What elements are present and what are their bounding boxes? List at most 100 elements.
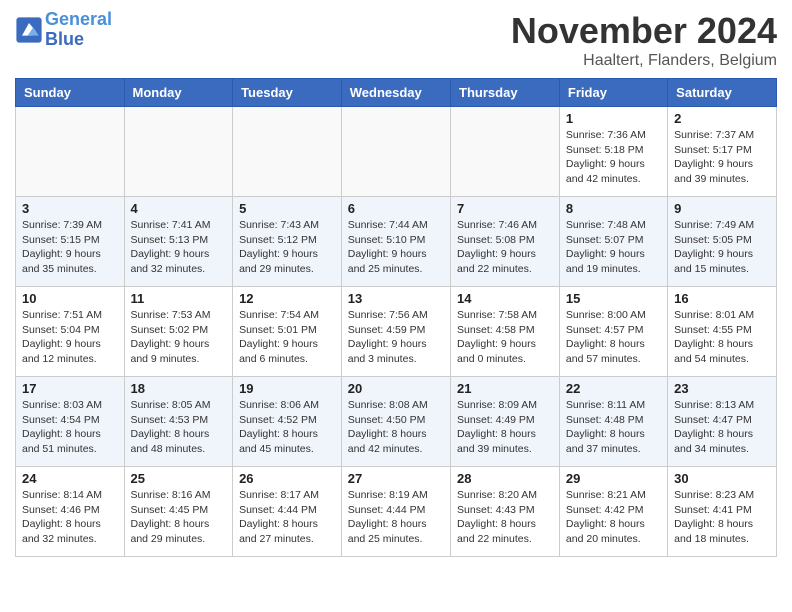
calendar-cell: 1 Sunrise: 7:36 AM Sunset: 5:18 PM Daylig… (559, 107, 667, 197)
day-number: 3 (22, 201, 118, 216)
day-number: 9 (674, 201, 770, 216)
day-info: Sunrise: 7:46 AM Sunset: 5:08 PM Dayligh… (457, 218, 553, 277)
calendar-cell: 28 Sunrise: 8:20 AM Sunset: 4:43 PM Dayli… (451, 467, 560, 557)
day-number: 27 (348, 471, 444, 486)
day-number: 12 (239, 291, 335, 306)
day-info: Sunrise: 8:14 AM Sunset: 4:46 PM Dayligh… (22, 488, 118, 547)
calendar-cell: 9 Sunrise: 7:49 AM Sunset: 5:05 PM Daylig… (668, 197, 777, 287)
calendar-body: 1 Sunrise: 7:36 AM Sunset: 5:18 PM Daylig… (16, 107, 777, 557)
day-number: 18 (131, 381, 227, 396)
day-number: 19 (239, 381, 335, 396)
calendar-cell: 8Sunrise: 7:48 AM Sunset: 5:07 PM Daylig… (559, 197, 667, 287)
day-info: Sunrise: 7:41 AM Sunset: 5:13 PM Dayligh… (131, 218, 227, 277)
day-number: 30 (674, 471, 770, 486)
day-number: 26 (239, 471, 335, 486)
day-info: Sunrise: 7:43 AM Sunset: 5:12 PM Dayligh… (239, 218, 335, 277)
calendar-cell: 22 Sunrise: 8:11 AM Sunset: 4:48 PM Dayli… (559, 377, 667, 467)
calendar-cell: 12 Sunrise: 7:54 AM Sunset: 5:01 PM Dayli… (233, 287, 342, 377)
day-info: Sunrise: 7:51 AM Sunset: 5:04 PM Dayligh… (22, 308, 118, 367)
day-number: 22 (566, 381, 661, 396)
calendar-week-4: 17Sunrise: 8:03 AM Sunset: 4:54 PM Dayli… (16, 377, 777, 467)
calendar-cell: 13 Sunrise: 7:56 AM Sunset: 4:59 PM Dayli… (341, 287, 450, 377)
page-container: General Blue November 2024 Haaltert, Fla… (0, 0, 792, 567)
calendar-cell: 6 Sunrise: 7:44 AM Sunset: 5:10 PM Daylig… (341, 197, 450, 287)
location: Haaltert, Flanders, Belgium (511, 52, 777, 70)
calendar-cell: 18 Sunrise: 8:05 AM Sunset: 4:53 PM Dayli… (124, 377, 233, 467)
col-tuesday: Tuesday (233, 79, 342, 107)
day-info: Sunrise: 8:20 AM Sunset: 4:43 PM Dayligh… (457, 488, 553, 547)
calendar-cell: 27 Sunrise: 8:19 AM Sunset: 4:44 PM Dayli… (341, 467, 450, 557)
calendar-cell: 29 Sunrise: 8:21 AM Sunset: 4:42 PM Dayli… (559, 467, 667, 557)
logo-blue: Blue (45, 29, 84, 49)
calendar-cell: 23 Sunrise: 8:13 AM Sunset: 4:47 PM Dayli… (668, 377, 777, 467)
day-info: Sunrise: 7:36 AM Sunset: 5:18 PM Dayligh… (566, 128, 661, 187)
calendar-cell: 21 Sunrise: 8:09 AM Sunset: 4:49 PM Dayli… (451, 377, 560, 467)
col-thursday: Thursday (451, 79, 560, 107)
day-info: Sunrise: 7:44 AM Sunset: 5:10 PM Dayligh… (348, 218, 444, 277)
calendar-cell: 15Sunrise: 8:00 AM Sunset: 4:57 PM Dayli… (559, 287, 667, 377)
day-number: 21 (457, 381, 553, 396)
day-info: Sunrise: 7:54 AM Sunset: 5:01 PM Dayligh… (239, 308, 335, 367)
calendar-cell: 16 Sunrise: 8:01 AM Sunset: 4:55 PM Dayli… (668, 287, 777, 377)
col-wednesday: Wednesday (341, 79, 450, 107)
col-sunday: Sunday (16, 79, 125, 107)
day-number: 17 (22, 381, 118, 396)
calendar-header: Sunday Monday Tuesday Wednesday Thursday… (16, 79, 777, 107)
calendar-cell (341, 107, 450, 197)
day-info: Sunrise: 7:58 AM Sunset: 4:58 PM Dayligh… (457, 308, 553, 367)
day-number: 25 (131, 471, 227, 486)
calendar-cell: 19 Sunrise: 8:06 AM Sunset: 4:52 PM Dayli… (233, 377, 342, 467)
day-number: 10 (22, 291, 118, 306)
calendar-week-5: 24 Sunrise: 8:14 AM Sunset: 4:46 PM Dayli… (16, 467, 777, 557)
day-number: 11 (131, 291, 227, 306)
day-info: Sunrise: 8:09 AM Sunset: 4:49 PM Dayligh… (457, 398, 553, 457)
day-number: 24 (22, 471, 118, 486)
day-number: 13 (348, 291, 444, 306)
day-number: 20 (348, 381, 444, 396)
day-info: Sunrise: 7:56 AM Sunset: 4:59 PM Dayligh… (348, 308, 444, 367)
col-monday: Monday (124, 79, 233, 107)
day-info: Sunrise: 7:39 AM Sunset: 5:15 PM Dayligh… (22, 218, 118, 277)
calendar-week-2: 3 Sunrise: 7:39 AM Sunset: 5:15 PM Daylig… (16, 197, 777, 287)
calendar-cell: 24 Sunrise: 8:14 AM Sunset: 4:46 PM Dayli… (16, 467, 125, 557)
calendar-cell: 14Sunrise: 7:58 AM Sunset: 4:58 PM Dayli… (451, 287, 560, 377)
calendar-cell: 25Sunrise: 8:16 AM Sunset: 4:45 PM Dayli… (124, 467, 233, 557)
header-row: Sunday Monday Tuesday Wednesday Thursday… (16, 79, 777, 107)
day-info: Sunrise: 8:05 AM Sunset: 4:53 PM Dayligh… (131, 398, 227, 457)
day-number: 6 (348, 201, 444, 216)
day-info: Sunrise: 7:53 AM Sunset: 5:02 PM Dayligh… (131, 308, 227, 367)
day-number: 23 (674, 381, 770, 396)
day-info: Sunrise: 8:01 AM Sunset: 4:55 PM Dayligh… (674, 308, 770, 367)
calendar-cell: 26Sunrise: 8:17 AM Sunset: 4:44 PM Dayli… (233, 467, 342, 557)
day-info: Sunrise: 8:06 AM Sunset: 4:52 PM Dayligh… (239, 398, 335, 457)
day-info: Sunrise: 8:13 AM Sunset: 4:47 PM Dayligh… (674, 398, 770, 457)
calendar-cell: 5 Sunrise: 7:43 AM Sunset: 5:12 PM Daylig… (233, 197, 342, 287)
calendar-cell: 20 Sunrise: 8:08 AM Sunset: 4:50 PM Dayli… (341, 377, 450, 467)
day-info: Sunrise: 8:08 AM Sunset: 4:50 PM Dayligh… (348, 398, 444, 457)
calendar-cell: 17Sunrise: 8:03 AM Sunset: 4:54 PM Dayli… (16, 377, 125, 467)
day-number: 1 (566, 111, 661, 126)
day-number: 15 (566, 291, 661, 306)
logo-icon (15, 16, 43, 44)
day-info: Sunrise: 8:21 AM Sunset: 4:42 PM Dayligh… (566, 488, 661, 547)
calendar-cell: 11 Sunrise: 7:53 AM Sunset: 5:02 PM Dayli… (124, 287, 233, 377)
calendar-cell (233, 107, 342, 197)
day-info: Sunrise: 7:48 AM Sunset: 5:07 PM Dayligh… (566, 218, 661, 277)
calendar-cell (16, 107, 125, 197)
day-number: 16 (674, 291, 770, 306)
day-info: Sunrise: 7:37 AM Sunset: 5:17 PM Dayligh… (674, 128, 770, 187)
day-info: Sunrise: 7:49 AM Sunset: 5:05 PM Dayligh… (674, 218, 770, 277)
calendar: Sunday Monday Tuesday Wednesday Thursday… (15, 78, 777, 557)
logo-text: General Blue (45, 10, 112, 50)
logo: General Blue (15, 10, 112, 50)
day-number: 5 (239, 201, 335, 216)
day-info: Sunrise: 8:11 AM Sunset: 4:48 PM Dayligh… (566, 398, 661, 457)
day-info: Sunrise: 8:23 AM Sunset: 4:41 PM Dayligh… (674, 488, 770, 547)
col-saturday: Saturday (668, 79, 777, 107)
day-number: 29 (566, 471, 661, 486)
calendar-cell: 3 Sunrise: 7:39 AM Sunset: 5:15 PM Daylig… (16, 197, 125, 287)
day-info: Sunrise: 8:19 AM Sunset: 4:44 PM Dayligh… (348, 488, 444, 547)
logo-general: General (45, 9, 112, 29)
title-block: November 2024 Haaltert, Flanders, Belgiu… (511, 10, 777, 70)
day-number: 28 (457, 471, 553, 486)
